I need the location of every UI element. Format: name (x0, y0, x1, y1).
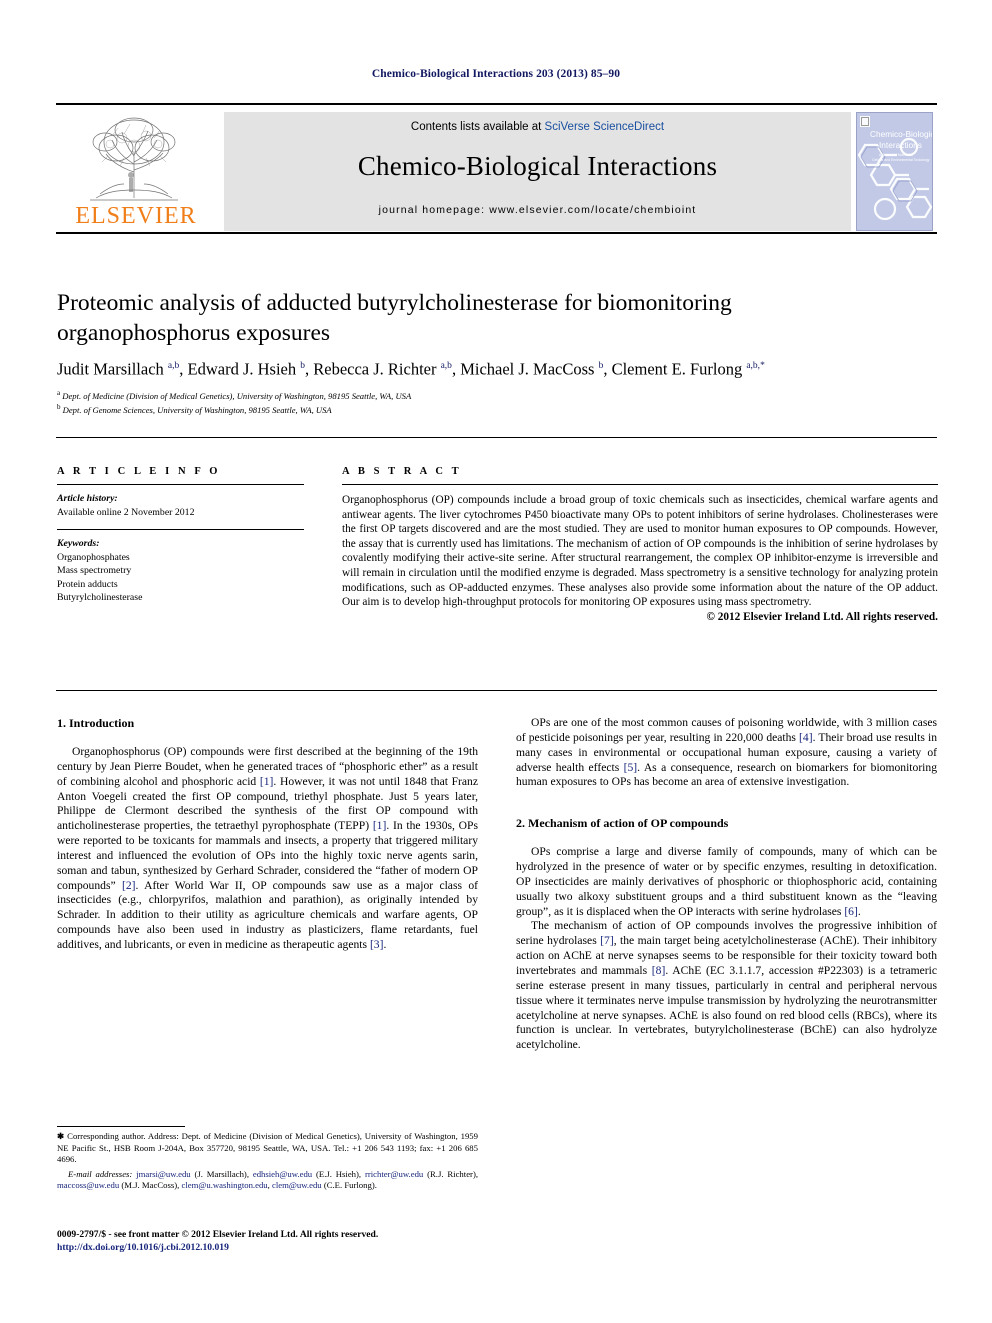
abstract-copyright: © 2012 Elsevier Ireland Ltd. All rights … (706, 610, 938, 623)
keywords-label: Keywords: (57, 538, 100, 549)
article-info-rule (57, 484, 304, 485)
article-history-label: Article history: (57, 493, 118, 504)
journal-cover-image: Chemico-Biological Interactions A Journa… (857, 113, 932, 230)
article-history-value: Available online 2 November 2012 (57, 506, 195, 518)
section-heading-mechanism: 2. Mechanism of action of OP compounds (516, 816, 729, 831)
abstract-rule (342, 484, 938, 485)
affiliations: a Dept. of Medicine (Division of Medical… (57, 388, 757, 417)
elsevier-logo[interactable]: ELSEVIER (60, 112, 220, 232)
keywords-divider (57, 529, 304, 530)
body-column-right: OPs are one of the most common causes of… (516, 716, 937, 1053)
abstract-body: Organophosphorus (OP) compounds include … (342, 494, 938, 609)
article-info-column: A R T I C L E I N F O Article history: A… (57, 466, 304, 605)
affiliation-b: b Dept. of Genome Sciences, University o… (57, 403, 332, 416)
keyword-item: Protein adducts (57, 578, 118, 590)
cover-subtitle-line1: A Journal of Molecular, (879, 153, 913, 157)
intro-paragraph-2: OPs are one of the most common causes of… (516, 716, 937, 789)
intro-paragraph-1: Organophosphorus (OP) compounds were fir… (57, 745, 479, 951)
keyword-item: Organophosphates (57, 551, 130, 563)
keyword-item: Mass spectrometry (57, 565, 132, 576)
masthead-band: Contents lists available at SciVerse Sci… (224, 112, 851, 231)
running-head: Chemico-Biological Interactions 203 (201… (371, 68, 621, 80)
article-info-heading: A R T I C L E I N F O (57, 466, 221, 477)
journal-masthead: ELSEVIER Contents lists available at Sci… (56, 103, 937, 234)
contents-lists-line: Contents lists available at SciVerse Sci… (224, 121, 851, 133)
journal-title: Chemico-Biological Interactions (357, 151, 718, 181)
page-title: Proteomic analysis of adducted butyrylch… (57, 290, 732, 346)
journal-homepage-link[interactable]: journal homepage: www.elsevier.com/locat… (224, 204, 851, 216)
elsevier-wordmark: ELSEVIER (75, 203, 197, 229)
mechanism-paragraph-1: OPs comprise a large and diverse family … (516, 845, 937, 918)
journal-cover-thumbnail[interactable]: Chemico-Biological Interactions A Journa… (856, 112, 933, 231)
sciencedirect-link[interactable]: SciVerse ScienceDirect (545, 121, 665, 133)
footnote-divider (57, 1126, 185, 1127)
keyword-item: Butyrylcholinesterase (57, 592, 143, 603)
abstract-column: A B S T R A C T Organophosphorus (OP) co… (342, 466, 938, 623)
doi-link[interactable]: http://dx.doi.org/10.1016/j.cbi.2012.10.… (57, 1241, 487, 1254)
title-divider (56, 437, 937, 438)
article-history: Article history: Available online 2 Nove… (57, 492, 304, 519)
imprint-block: 0009-2797/$ - see front matter © 2012 El… (57, 1228, 487, 1254)
author-list: Judit Marsillach a,b, Edward J. Hsieh b,… (57, 359, 765, 379)
article-first-page: Chemico-Biological Interactions 203 (201… (0, 0, 992, 1323)
cover-title-line1: Chemico-Biological (870, 129, 932, 139)
elsevier-tree-icon (90, 117, 178, 201)
cover-title-line2: Interactions (879, 140, 922, 150)
section-heading-introduction: 1. Introduction (57, 716, 135, 730)
keywords-block: Keywords: Organophosphates Mass spectrom… (57, 537, 304, 605)
corresponding-author-note: ✱ Corresponding author. Address: Dept. o… (57, 1131, 478, 1165)
mechanism-paragraph-2: The mechanism of action of OP compounds … (516, 919, 938, 1052)
abstract-heading: A B S T R A C T (342, 466, 462, 477)
footnote-block: ✱ Corresponding author. Address: Dept. o… (57, 1131, 478, 1192)
abstract-divider (56, 690, 937, 691)
email-addresses-note: E-mail addresses: jmarsi@uw.edu (J. Mars… (57, 1168, 479, 1191)
body-column-left: 1. Introduction Organophosphorus (OP) co… (57, 716, 478, 953)
cover-subtitle-line2: Cellular and Environmental Toxicology (872, 158, 930, 162)
contents-prefix: Contents lists available at (410, 121, 545, 133)
affiliation-a: a Dept. of Medicine (Division of Medical… (57, 389, 412, 401)
issn-front-matter: 0009-2797/$ - see front matter © 2012 El… (57, 1229, 379, 1240)
